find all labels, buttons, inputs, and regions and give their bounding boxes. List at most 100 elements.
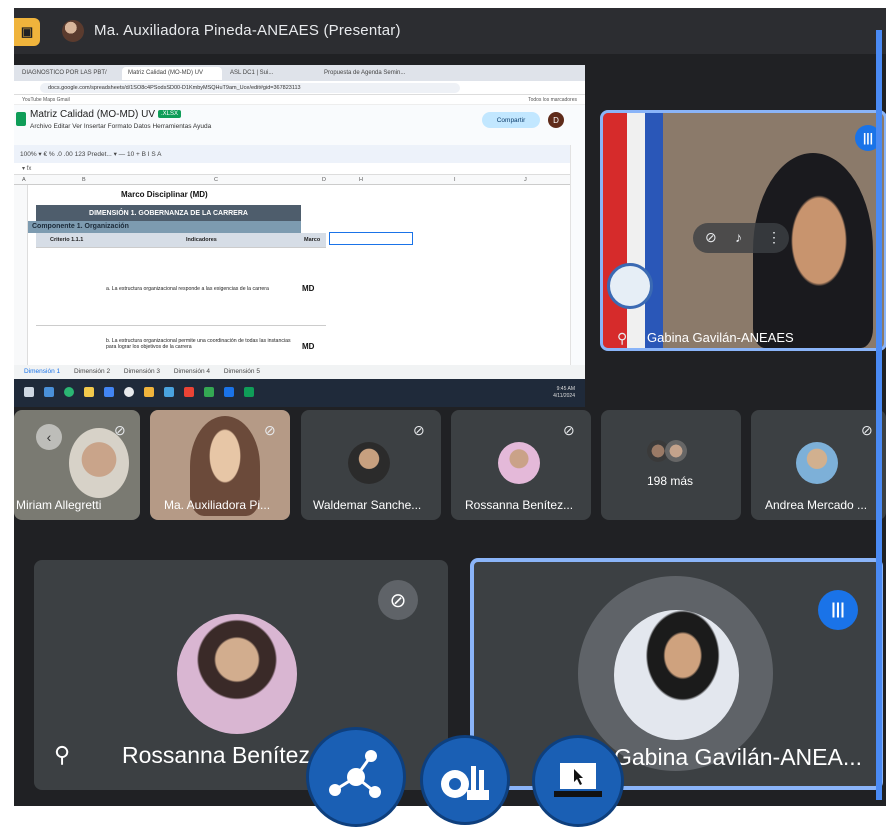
more-options-icon[interactable]: ⋮ <box>767 229 781 246</box>
sheets-header: Matriz Calidad (MO-MD) UV .XLSX Archivo E… <box>14 105 585 145</box>
network-icon[interactable] <box>306 727 406 827</box>
app-icon[interactable] <box>204 387 214 397</box>
sheets-toolbar[interactable]: 100% ▾ € % .0 .00 123 Predet... ▾ — 10 +… <box>14 145 585 163</box>
participant-tile[interactable]: ⊘ Andrea Mercado ... <box>751 410 886 520</box>
meet-window: ▣ Ma. Auxiliadora Pineda-ANEAES (Present… <box>14 8 886 806</box>
url-field[interactable]: docs.google.com/spreadsheets/d/1SO8c4PSo… <box>40 83 460 93</box>
tile-controls[interactable]: ⊘ ♪ ⋮ <box>693 223 789 253</box>
explorer-icon[interactable] <box>84 387 94 397</box>
sheets-menu[interactable]: Archivo Editar Ver Insertar Formato Dato… <box>30 123 211 130</box>
taskview-icon[interactable] <box>44 387 54 397</box>
browser-tab[interactable]: Propuesta de Agenda Semin... <box>318 67 422 80</box>
factory-gear-icon[interactable] <box>420 735 510 825</box>
col-head: J <box>524 177 527 183</box>
chrome-icon[interactable] <box>124 387 134 397</box>
participant-tile[interactable]: ⊘ Ma. Auxiliadora Pi... <box>150 410 290 520</box>
table-header-row: Criterio 1.1.1 Indicadores Marco <box>36 233 326 247</box>
active-speaker-tile[interactable]: ||| Gabina Gavilán-ANEA... <box>470 558 883 790</box>
column-headers: A B C D H I J <box>14 175 570 185</box>
mail-icon[interactable] <box>104 387 114 397</box>
criterio-header: Criterio 1.1.1 <box>50 237 84 243</box>
pin-icon[interactable]: ⚲ <box>54 742 70 768</box>
bookmarks-right[interactable]: Todos los marcadores <box>528 97 577 103</box>
dimension-header: DIMENSIÓN 1. GOBERNANZA DE LA CARRERA <box>36 205 301 221</box>
sheets-logo-icon <box>16 112 26 126</box>
spreadsheet-grid[interactable]: Marco Disciplinar (MD) DIMENSIÓN 1. GOBE… <box>14 185 570 365</box>
scroll-edge <box>876 30 882 800</box>
speaker-avatar-ring <box>578 576 773 771</box>
search-icon[interactable] <box>24 387 34 397</box>
app-icon[interactable] <box>224 387 234 397</box>
col-head: C <box>214 177 218 183</box>
component-header: Componente 1. Organización <box>28 221 301 233</box>
indicator-row: a. La estructura organizacional responde… <box>36 247 326 325</box>
edge-icon[interactable] <box>64 387 74 397</box>
sheet-tab[interactable]: Dimensión 3 <box>124 368 160 375</box>
participant-tile[interactable]: ‹ ⊘ Miriam Allegretti <box>14 410 140 520</box>
factory-gear-glyph <box>441 766 489 800</box>
browser-tab[interactable]: ASL DC1 | Sui... <box>224 67 316 80</box>
network-glyph <box>329 750 381 798</box>
mute-icon: ⊘ <box>264 422 276 438</box>
mute-icon[interactable]: ⊘ <box>705 229 717 246</box>
sheet-tab[interactable]: Dimensión 5 <box>224 368 260 375</box>
sheet-tab-active[interactable]: Dimensión 1 <box>24 368 60 375</box>
pinned-speaker-tile[interactable]: ||| ⊘ ♪ ⋮ ⚲ Gabina Gavilán-ANEAES <box>600 110 886 351</box>
selected-cell[interactable] <box>329 232 413 245</box>
participant-name: Andrea Mercado ... <box>765 498 868 512</box>
presenter-bar: ▣ Ma. Auxiliadora Pineda-ANEAES (Present… <box>14 8 886 54</box>
mute-icon: ⊘ <box>114 422 126 438</box>
more-participants-tile[interactable]: 198 más <box>601 410 741 520</box>
indicator-text: a. La estructura organizacional responde… <box>106 286 269 292</box>
app-icon[interactable] <box>184 387 194 397</box>
sheet-tab[interactable]: Dimensión 2 <box>74 368 110 375</box>
mute-icon: ⊘ <box>563 422 575 438</box>
share-button[interactable]: Compartir <box>482 112 540 128</box>
participant-tile[interactable]: ⊘ Waldemar Sanche... <box>301 410 441 520</box>
col-head: A <box>22 177 26 183</box>
app-icon[interactable] <box>244 387 254 397</box>
indicator-row: b. La estructura organizacional permite … <box>36 325 326 365</box>
xlsx-badge: .XLSX <box>158 110 182 119</box>
indicator-text: b. La estructura organizacional permite … <box>106 338 291 350</box>
sheets-side-panel <box>570 145 585 379</box>
marco-value: MD <box>302 284 315 293</box>
bookmarks-bar: YouTube Maps Gmail Todos los marcadores <box>14 95 585 105</box>
share-label: Compartir <box>496 116 526 124</box>
laptop-cursor-icon[interactable] <box>532 735 624 827</box>
speaking-indicator-icon: ||| <box>818 590 858 630</box>
col-head: I <box>454 177 456 183</box>
sheet-tab[interactable]: Dimensión 4 <box>174 368 210 375</box>
clock-time: 9:45 AM <box>556 386 575 392</box>
participant-name: Rossanna Benítez <box>122 742 310 768</box>
presenter-avatar <box>62 20 84 42</box>
participant-name: Rossanna Benítez... <box>465 498 574 512</box>
participant-name: Ma. Auxiliadora Pi... <box>164 498 271 512</box>
bookmarks-left[interactable]: YouTube Maps Gmail <box>22 97 70 103</box>
shared-screen: DIAGNOSTICO POR LAS PBT/ Matriz Calidad … <box>14 65 585 407</box>
address-bar: docs.google.com/spreadsheets/d/1SO8c4PSo… <box>14 81 585 95</box>
participant-avatar <box>177 614 297 734</box>
flag-image <box>603 113 663 348</box>
doc-title[interactable]: Matriz Calidad (MO-MD) UV .XLSX <box>30 109 182 120</box>
sheet-tabs: Dimensión 1 Dimensión 2 Dimensión 3 Dime… <box>14 365 585 379</box>
browser-tab[interactable]: DIAGNOSTICO POR LAS PBT/ <box>16 67 121 80</box>
scroll-left-icon[interactable]: ‹ <box>36 424 62 450</box>
formula-bar[interactable]: ▾ fx <box>14 163 585 175</box>
clock-date: 4/11/2024 <box>553 393 575 399</box>
speaker-avatar <box>614 610 739 740</box>
app-icon[interactable] <box>164 387 174 397</box>
col-head: B <box>82 177 86 183</box>
browser-tab-strip: DIAGNOSTICO POR LAS PBT/ Matriz Calidad … <box>14 65 585 81</box>
participant-avatar <box>498 442 540 484</box>
app-icon[interactable] <box>144 387 154 397</box>
taskbar-clock: 9:45 AM 4/11/2024 <box>553 386 575 400</box>
presentation-icon[interactable]: ▣ <box>14 18 40 46</box>
pin-icon[interactable]: ⚲ <box>617 330 627 347</box>
col-head: D <box>322 177 326 183</box>
profile-avatar[interactable]: D <box>548 112 564 128</box>
mute-icon: ⊘ <box>861 422 873 438</box>
mic-icon[interactable]: ♪ <box>735 229 742 245</box>
participant-tile[interactable]: ⊘ Rossanna Benítez... <box>451 410 591 520</box>
browser-tab-active[interactable]: Matriz Calidad (MO-MD) UV <box>122 67 222 80</box>
